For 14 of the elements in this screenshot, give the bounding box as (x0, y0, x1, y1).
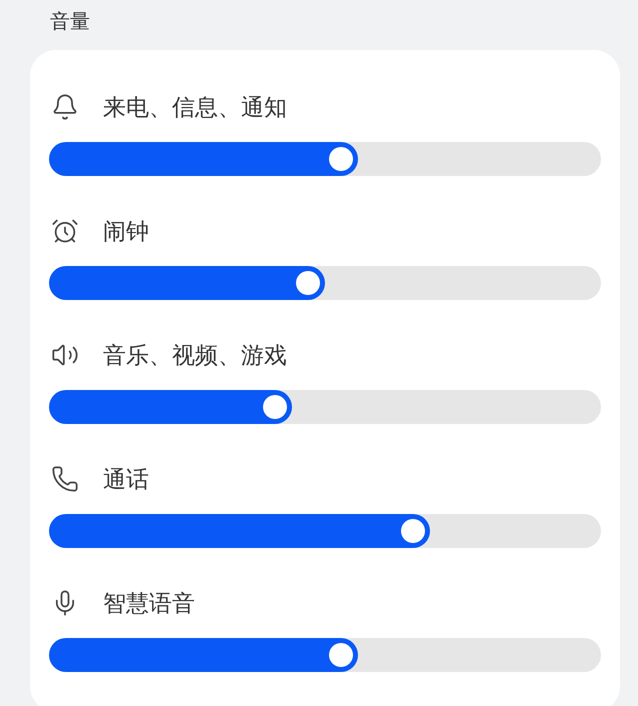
bell-icon (51, 93, 79, 121)
channel-label: 闹钟 (103, 218, 149, 246)
phone-icon (51, 465, 79, 493)
volume-slider[interactable] (49, 638, 601, 672)
channel-label: 音乐、视频、游戏 (103, 342, 287, 370)
volume-slider[interactable] (49, 142, 601, 176)
volume-slider[interactable] (49, 266, 601, 300)
alarm-clock-icon (51, 217, 79, 245)
volume-slider[interactable] (49, 514, 601, 548)
section-title: 音量 (50, 8, 90, 35)
channel-label: 智慧语音 (103, 590, 195, 618)
volume-slider[interactable] (49, 390, 601, 424)
channel-label: 来电、信息、通知 (103, 94, 287, 122)
channel-label: 通话 (103, 466, 149, 494)
